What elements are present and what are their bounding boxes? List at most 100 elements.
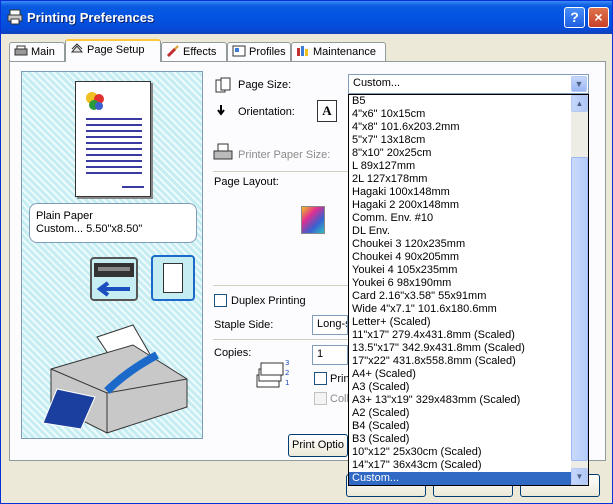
divider (213, 285, 348, 286)
print-options-button[interactable]: Print Optio (288, 434, 348, 457)
media-info-box: Plain Paper Custom... 5.50"x8.50" (29, 203, 197, 243)
svg-text:3: 3 (285, 359, 289, 367)
printer-paper-icon (213, 143, 233, 160)
page-size-option[interactable]: L 89x127mm (349, 160, 573, 173)
page-size-option[interactable]: 2L 127x178mm (349, 173, 573, 186)
page-size-option[interactable]: 4"x8" 101.6x203.2mm (349, 121, 573, 134)
scrollbar-thumb[interactable] (571, 157, 588, 461)
page-size-option[interactable]: 5"x7" 13x18cm (349, 134, 573, 147)
page-size-option[interactable]: Card 2.16"x3.58" 55x91mm (349, 290, 573, 303)
color-image-icon (86, 92, 104, 110)
tab-page-setup[interactable]: Page Setup (65, 39, 161, 62)
help-button[interactable]: ? (564, 7, 585, 28)
page-size-option[interactable]: Comm. Env. #10 (349, 212, 573, 225)
portrait-option-icon[interactable]: A (317, 100, 337, 122)
media-size-text: Custom... 5.50"x8.50" (36, 223, 143, 235)
orientation-arrow-icon (217, 105, 225, 116)
page-size-option[interactable]: 13.5"x17" 342.9x431.8mm (Scaled) (349, 342, 573, 355)
page-size-option[interactable]: Choukei 3 120x235mm (349, 238, 573, 251)
tab-maintenance-label: Maintenance (313, 46, 376, 58)
effects-brush-icon (166, 45, 179, 57)
copies-value: 1 (317, 348, 324, 360)
page-size-option[interactable]: 8"x10" 20x25cm (349, 147, 573, 160)
tab-main-label: Main (31, 46, 55, 58)
page-size-option[interactable]: Custom... (349, 472, 573, 485)
page-size-option[interactable]: 14"x17" 36x43cm (Scaled) (349, 459, 573, 472)
svg-text:1: 1 (285, 379, 289, 387)
tab-maintenance[interactable]: Maintenance (291, 42, 386, 61)
page-layout-label: Page Layout: (214, 176, 279, 188)
copies-input[interactable]: 1 (312, 345, 348, 365)
staple-side-label: Staple Side: (214, 319, 274, 331)
page-size-icon (215, 77, 231, 93)
text-line (86, 172, 142, 174)
orientation-label: Orientation: (238, 106, 295, 118)
page-size-option[interactable]: 4"x6" 10x15cm (349, 108, 573, 121)
printer-illustration-icon (42, 324, 188, 434)
profiles-icon (232, 45, 246, 57)
page-size-option[interactable]: Wide 4"x7.1" 101.6x180.6mm (349, 303, 573, 316)
tab-profiles[interactable]: Profiles (227, 42, 291, 61)
text-line (86, 148, 142, 150)
title-bar[interactable]: Printing Preferences ? × (1, 1, 612, 34)
page-layout-icon[interactable] (301, 206, 325, 234)
page-size-option[interactable]: 17"x22" 431.8x558.8mm (Scaled) (349, 355, 573, 368)
page-size-option[interactable]: Hagaki 100x148mm (349, 186, 573, 199)
page-size-option[interactable]: Youkei 6 98x190mm (349, 277, 573, 290)
duplex-printing-checkbox[interactable] (214, 294, 227, 307)
print-reverse-label: Prin (330, 373, 348, 385)
page-size-options: B5 4"x6" 10x15cm 4"x8" 101.6x203.2mm 5"x7" … (349, 95, 573, 485)
divider (213, 339, 348, 340)
staple-side-value: Long-s (317, 318, 348, 330)
tab-effects[interactable]: Effects (161, 42, 227, 61)
tab-effects-label: Effects (183, 46, 217, 58)
printer-icon (7, 9, 23, 25)
page-size-option[interactable]: 11"x17" 279.4x431.8mm (Scaled) (349, 329, 573, 342)
text-line (86, 118, 142, 120)
page-size-option[interactable]: B3 (Scaled) (349, 433, 573, 446)
scroll-down-arrow-icon[interactable]: ▼ (571, 468, 588, 485)
page-size-option[interactable]: A2 (Scaled) (349, 407, 573, 420)
page-size-option[interactable]: DL Env. (349, 225, 573, 238)
tab-main[interactable]: Main (9, 42, 65, 61)
text-line (86, 154, 142, 156)
duplex-printing-label: Duplex Printing (231, 295, 306, 307)
collate-checkbox[interactable] (314, 392, 327, 405)
page-size-option[interactable]: Letter+ (Scaled) (349, 316, 573, 329)
tab-page-setup-label: Page Setup (87, 44, 145, 56)
close-button[interactable]: × (588, 7, 609, 28)
page-size-option[interactable]: A3+ 13"x19" 329x483mm (Scaled) (349, 394, 573, 407)
chevron-down-icon[interactable]: ▼ (571, 76, 587, 92)
copies-stack-icon: 3 2 1 (256, 359, 289, 388)
text-line (86, 142, 142, 144)
page-size-option[interactable]: A3 (Scaled) (349, 381, 573, 394)
print-reverse-checkbox[interactable] (314, 372, 327, 385)
media-type-text: Plain Paper (36, 210, 93, 222)
page-size-dropdown-list[interactable]: B5 4"x6" 10x15cm 4"x8" 101.6x203.2mm 5"x7" … (348, 94, 589, 486)
scroll-up-arrow-icon[interactable]: ▲ (571, 95, 588, 112)
staple-side-select[interactable]: Long-s (312, 315, 348, 335)
page-size-option[interactable]: B4 (Scaled) (349, 420, 573, 433)
collate-label: Colla (330, 393, 348, 405)
portrait-orientation-icon (151, 255, 195, 301)
page-size-option[interactable]: A4+ (Scaled) (349, 368, 573, 381)
printing-preferences-window: Printing Preferences ? × Main Page Setup… (0, 0, 613, 504)
printer-tab-icon (14, 45, 28, 56)
page-size-option[interactable]: B5 (349, 95, 573, 108)
page-size-label: Page Size: (238, 79, 292, 91)
printer-paper-size-label: Printer Paper Size: (238, 149, 331, 161)
text-line (86, 166, 142, 168)
page-size-option[interactable]: Choukei 4 90x205mm (349, 251, 573, 264)
svg-text:2: 2 (285, 369, 289, 377)
page-size-select[interactable]: Custom... ▼ (348, 74, 589, 94)
sheet-feeder-icon (90, 257, 138, 301)
page-setup-icon (70, 43, 84, 53)
dropdown-scrollbar[interactable]: ▲ ▼ (571, 95, 588, 485)
page-size-option[interactable]: 10"x12" 25x30cm (Scaled) (349, 446, 573, 459)
text-line (86, 124, 142, 126)
text-line (122, 186, 144, 188)
page-size-option[interactable]: Hagaki 2 200x148mm (349, 199, 573, 212)
window-title: Printing Preferences (27, 10, 155, 25)
page-size-option[interactable]: Youkei 4 105x235mm (349, 264, 573, 277)
text-line (86, 136, 142, 138)
